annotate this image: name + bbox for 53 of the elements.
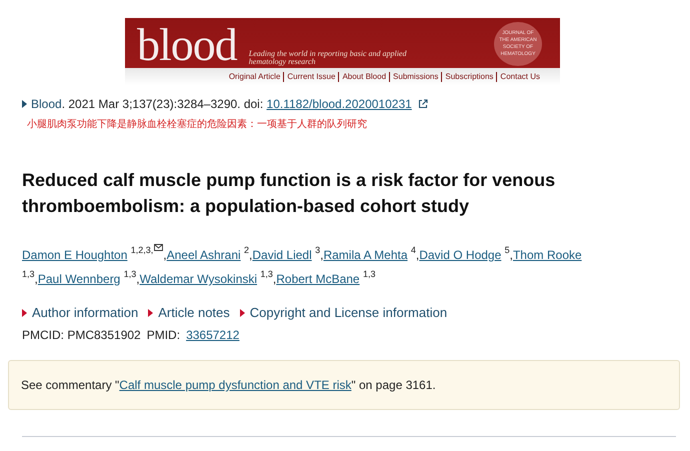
- article-title: Reduced calf muscle pump function is a risk factor for venous thromboembolism: a population-based cohort study: [22, 169, 556, 218]
- doi-link[interactable]: 10.1182/blood.2020010231: [266, 97, 412, 111]
- external-link-icon[interactable]: [418, 99, 428, 109]
- affiliation-number: 4: [410, 245, 416, 255]
- author-link[interactable]: Paul Wennberg: [38, 272, 120, 286]
- author-link[interactable]: David O Hodge: [419, 248, 502, 262]
- author-link[interactable]: Ramila A Mehta: [323, 248, 408, 262]
- comma: ,: [163, 248, 167, 262]
- affiliation-number: 1,2,3,: [130, 245, 154, 255]
- triangle-icon: [22, 100, 27, 108]
- citation-text: Blood. 2021 Mar 3;137(23):3284–3290. doi: 10.1182/blood.2020010231: [31, 97, 412, 111]
- comma: ,: [34, 272, 38, 286]
- comma: ,: [249, 248, 252, 262]
- triangle-icon: [240, 308, 245, 316]
- affiliation-number: 1,3: [124, 269, 136, 279]
- author-link[interactable]: Waldemar Wysokinski: [140, 272, 258, 286]
- section-toggle[interactable]: Author information: [22, 305, 138, 320]
- translated-title: 小腿肌肉泵功能下降是静脉血栓栓塞症的危险因素：一项基于人群的队列研究: [27, 118, 368, 131]
- commentary-link[interactable]: Calf muscle pump dysfunction and VTE risk: [119, 378, 352, 392]
- comma: ,: [510, 248, 513, 262]
- comma: ,: [416, 248, 420, 262]
- nav-link[interactable]: Original Article: [228, 72, 280, 81]
- nav-link[interactable]: About Blood: [342, 72, 386, 81]
- pmcid-text: PMCID: PMC8351902: [22, 328, 141, 342]
- commentary-text: See commentary "Calf muscle pump dysfunction and VTE risk" on page 3161.: [21, 378, 436, 392]
- nav-link[interactable]: Submissions: [393, 72, 438, 81]
- comma: ,: [136, 272, 140, 286]
- affiliation-number: 5: [504, 245, 510, 255]
- pmid-link[interactable]: 33657212: [186, 328, 240, 342]
- affiliation-number: 1,3: [260, 269, 273, 279]
- section-toggle[interactable]: Copyright and License information: [240, 305, 448, 320]
- author-link[interactable]: Robert McBane: [276, 272, 360, 286]
- journal-link[interactable]: Blood: [31, 97, 62, 111]
- pmid-label: PMID:: [146, 328, 180, 342]
- envelope-icon[interactable]: [154, 244, 164, 251]
- affiliation-number: 2: [244, 245, 250, 255]
- affiliation-number: 1,3: [22, 269, 35, 279]
- author-link[interactable]: Aneel Ashrani: [166, 248, 241, 262]
- nav-link[interactable]: Current Issue: [287, 72, 336, 81]
- affiliation-number: 3: [315, 245, 320, 255]
- author-link[interactable]: David Liedl: [252, 248, 312, 262]
- comma: ,: [272, 272, 276, 286]
- journal-logo: blood: [137, 22, 237, 68]
- author-link[interactable]: Damon E Houghton: [22, 248, 128, 262]
- section-toggle[interactable]: Article notes: [148, 305, 230, 320]
- triangle-icon: [22, 308, 27, 316]
- triangle-icon: [148, 308, 154, 316]
- nav-link[interactable]: Contact Us: [500, 72, 540, 81]
- author-link[interactable]: Thom Rooke: [512, 248, 582, 262]
- comma: ,: [320, 248, 324, 262]
- tagline: Leading the world in reporting basic and applied hematology research: [248, 50, 408, 66]
- affiliation-number: 1,3: [362, 269, 376, 279]
- nav-link[interactable]: Subscriptions: [445, 72, 494, 81]
